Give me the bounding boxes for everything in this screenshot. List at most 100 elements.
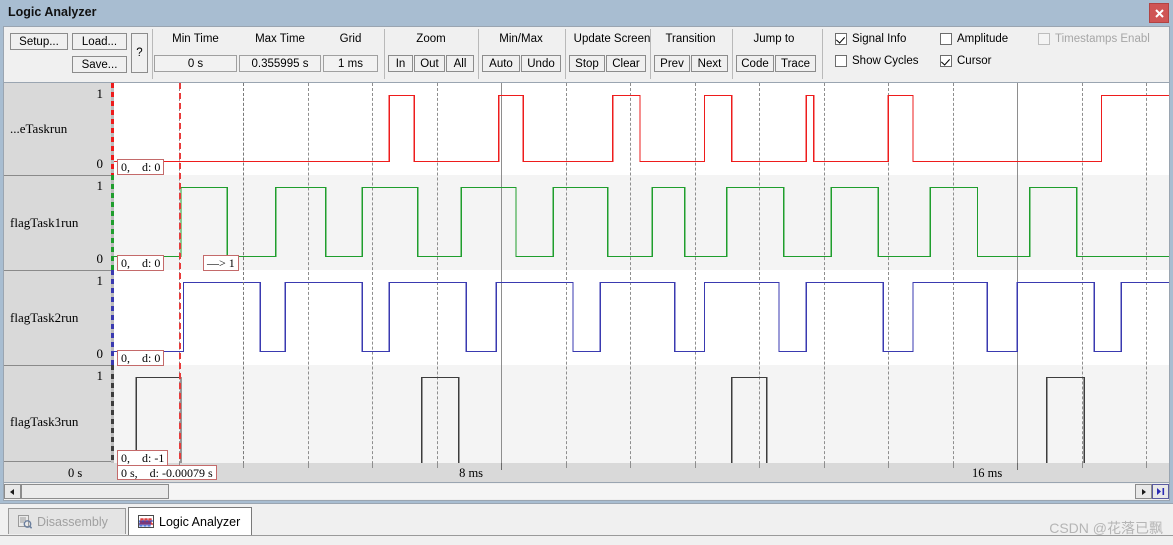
max-time-field[interactable]: 0.355995 s [239, 55, 321, 72]
min-time-label: Min Time [172, 33, 219, 45]
signal-name: flagTask2run [10, 309, 79, 325]
jump-code-button[interactable]: Code [736, 55, 774, 72]
window-title: Logic Analyzer [8, 5, 97, 19]
timestamps-label: Timestamps Enabl [1055, 33, 1150, 45]
close-icon [1154, 8, 1164, 18]
minmax-undo-button[interactable]: Undo [521, 55, 561, 72]
amplitude-checkbox[interactable]: Amplitude [940, 33, 1008, 45]
signal-high-label: 1 [96, 86, 104, 101]
toolbar: Setup... Load... Save... ? Min Time 0 s … [3, 26, 1170, 82]
signal-name: ...eTaskrun [10, 121, 68, 136]
marker-line[interactable] [243, 83, 245, 479]
minmax-label: Min/Max [499, 33, 543, 45]
signal-low-label: 0 [96, 346, 104, 361]
axis-zero-label: 0 s [68, 466, 83, 480]
axis-tick [1081, 463, 1083, 468]
horizontal-scrollbar[interactable] [3, 482, 1170, 501]
tab-label: Logic Analyzer [159, 514, 241, 529]
minmax-auto-button[interactable]: Auto [482, 55, 520, 72]
transition-prev-button[interactable]: Prev [654, 55, 690, 72]
time-axis[interactable]: 0 s 8 ms 16 ms 0 s, d: -0.00079 s [3, 463, 1170, 482]
signal-info-box-3: 0, d: -1 [117, 450, 169, 466]
waveform-trace [114, 186, 1169, 258]
signal-info-checkbox[interactable]: Signal Info [835, 33, 906, 45]
waveform-trace [114, 281, 1169, 353]
logic-analyzer-icon [138, 515, 154, 528]
signal-info-label: Signal Info [852, 33, 907, 45]
zoom-all-button[interactable]: All [446, 55, 474, 72]
jump-to-label: Jump to [753, 33, 795, 45]
amplitude-label: Amplitude [957, 33, 1009, 45]
tab-label: Disassembly [37, 514, 108, 529]
show-cycles-checkbox[interactable]: Show Cycles [835, 55, 918, 67]
cursor-label: Cursor [957, 55, 992, 67]
help-button[interactable]: ? [131, 33, 148, 73]
update-screen-label: Update Screen [573, 33, 651, 45]
signal-label-column: 1 ...eTaskrun 0 1 flagTask1run 0 1 flagT… [4, 83, 111, 479]
signal-high-label: 1 [96, 178, 104, 193]
signal-row-0[interactable]: 1 ...eTaskrun 0 [4, 83, 111, 175]
load-button[interactable]: Load... [72, 33, 127, 50]
signal-name: flagTask1run [10, 214, 79, 230]
bottom-tab-bar: Disassembly Logic Analyzer CSDN @花落已飘 [0, 503, 1173, 545]
tab-disassembly[interactable]: Disassembly [8, 508, 126, 534]
jump-trace-button[interactable]: Trace [775, 55, 816, 72]
scroll-end-button[interactable] [1152, 484, 1169, 499]
close-button[interactable] [1149, 3, 1169, 23]
axis-tick [565, 463, 567, 468]
grid-field[interactable]: 1 ms [323, 55, 378, 72]
scroll-right-button[interactable] [1135, 484, 1152, 499]
signal-low-label: 0 [96, 156, 104, 171]
scroll-track[interactable] [169, 484, 1135, 499]
transition-next-button[interactable]: Next [691, 55, 728, 72]
disassembly-icon [18, 514, 32, 529]
waveform-trace [114, 376, 1169, 467]
signal-name: flagTask3run [10, 414, 79, 429]
axis-tick [372, 463, 374, 468]
signal-low-label: 0 [96, 251, 104, 266]
signal-info-box-1-extra: —> 1 [203, 255, 239, 271]
axis-tick-label: 16 ms [972, 466, 1003, 480]
min-time-field[interactable]: 0 s [154, 55, 237, 72]
checkbox-box [835, 55, 847, 67]
zoom-label: Zoom [416, 33, 446, 45]
signal-row-1[interactable]: 1 flagTask1run 0 [4, 175, 111, 270]
scroll-thumb[interactable] [21, 484, 169, 499]
arrow-left-icon [10, 488, 14, 495]
zoom-in-button[interactable]: In [388, 55, 413, 72]
signal-info-box-0: 0, d: 0 [117, 159, 165, 175]
axis-tick [436, 463, 438, 468]
signal-row-2[interactable]: 1 flagTask2run 0 [4, 270, 111, 365]
checkbox-box [835, 33, 847, 45]
axis-tick [1146, 463, 1148, 468]
watermark: CSDN @花落已飘 [1049, 520, 1163, 536]
save-button[interactable]: Save... [72, 56, 127, 73]
zoom-out-button[interactable]: Out [414, 55, 445, 72]
axis-tick-label: 8 ms [459, 466, 484, 480]
cursor-checkbox[interactable]: Cursor [940, 55, 992, 67]
tab-logic-analyzer[interactable]: Logic Analyzer [128, 507, 252, 535]
signal-info-box-2: 0, d: 0 [117, 350, 165, 366]
logic-analyzer-window: Logic Analyzer Setup... Load... Save... … [0, 0, 1173, 545]
waveform-chart: 1 ...eTaskrun 0 1 flagTask1run 0 1 flagT… [3, 82, 1170, 480]
show-cycles-label: Show Cycles [852, 55, 919, 67]
axis-tick [888, 463, 890, 468]
transition-label: Transition [665, 33, 716, 45]
axis-tick [759, 463, 761, 468]
update-clear-button[interactable]: Clear [606, 55, 646, 72]
timestamps-enabled-checkbox: Timestamps Enabl [1038, 33, 1150, 45]
update-stop-button[interactable]: Stop [569, 55, 605, 72]
cursor-line[interactable] [178, 83, 181, 479]
scroll-left-button[interactable] [4, 484, 21, 499]
axis-tick [694, 463, 696, 468]
window-title-bar: Logic Analyzer [0, 0, 1173, 26]
time-readout-box: 0 s, d: -0.00079 s [117, 465, 217, 480]
setup-button[interactable]: Setup... [10, 33, 68, 50]
checkbox-box [940, 55, 952, 67]
axis-tick [307, 463, 309, 468]
checkbox-box [940, 33, 952, 45]
signal-high-label: 1 [96, 368, 104, 383]
axis-tick [501, 463, 503, 470]
axis-tick [630, 463, 632, 468]
axis-tick [1017, 463, 1019, 470]
